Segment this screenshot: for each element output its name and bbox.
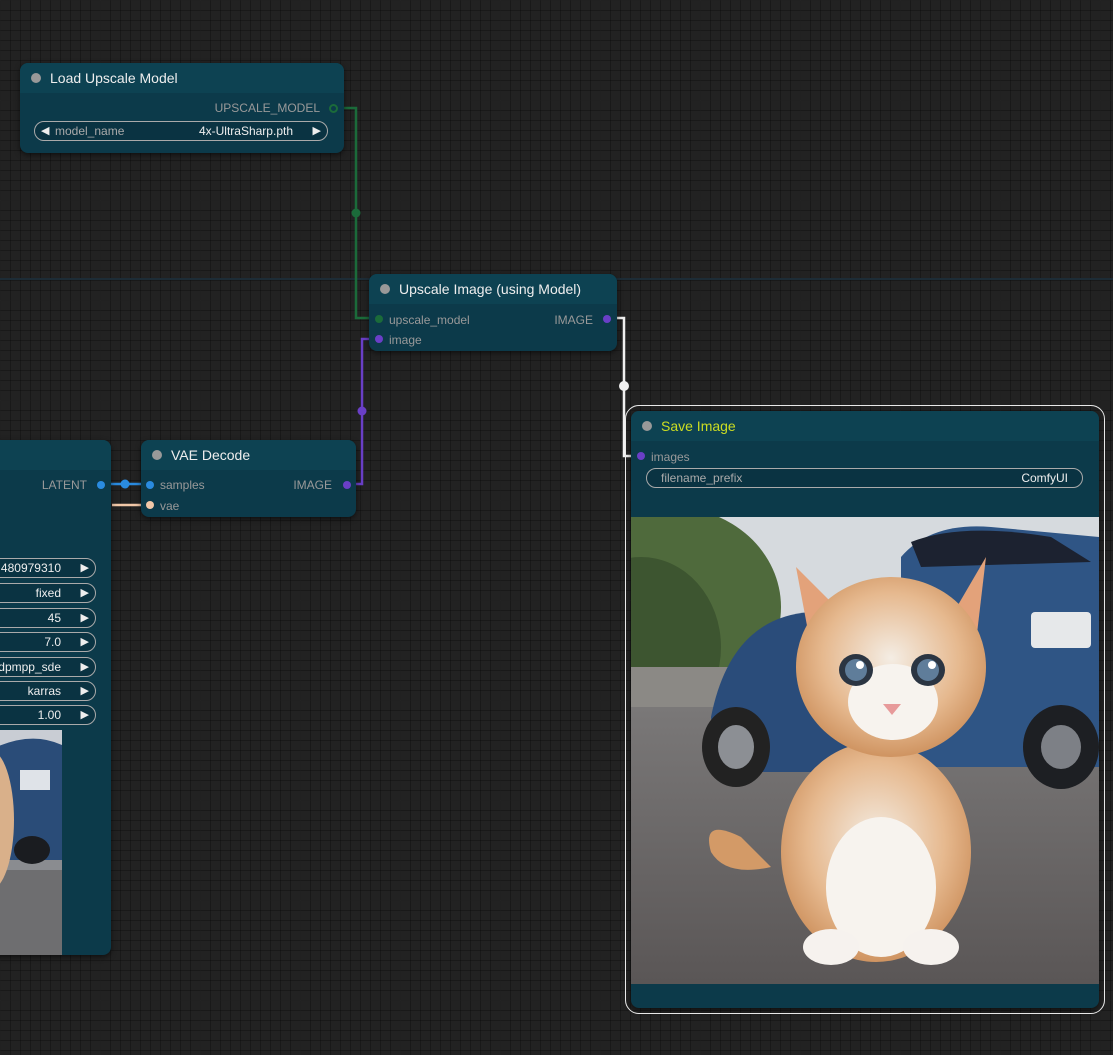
steps-widget[interactable]: 45 ▶ — [0, 608, 96, 628]
vae-decode-title-bar[interactable]: VAE Decode — [141, 440, 356, 470]
link-upscale-model-midpoint — [351, 208, 361, 218]
scheduler-value: karras — [27, 684, 61, 698]
control-value: fixed — [35, 586, 61, 600]
input-image-port[interactable] — [375, 335, 383, 343]
control-after-generate-widget[interactable]: fixed ▶ — [0, 583, 96, 603]
input-samples-port[interactable] — [146, 481, 154, 489]
collapse-dot-icon[interactable] — [380, 284, 390, 294]
saved-image-preview — [631, 517, 1099, 984]
save-image-title-bar[interactable]: Save Image — [631, 411, 1099, 441]
increment-arrow-icon[interactable]: ▶ — [81, 660, 89, 673]
decrement-arrow-icon[interactable]: ◀ — [41, 124, 49, 137]
increment-arrow-icon[interactable]: ▶ — [81, 611, 89, 624]
input-image-label: image — [389, 333, 422, 347]
upscale-image-title-bar[interactable]: Upscale Image (using Model) — [369, 274, 617, 304]
collapse-dot-icon[interactable] — [642, 421, 652, 431]
node-title: Load Upscale Model — [50, 70, 178, 86]
output-upscale-model-label: UPSCALE_MODEL — [214, 101, 320, 115]
node-title: Save Image — [661, 418, 736, 434]
load-upscale-model-node[interactable]: Load Upscale Model UPSCALE_MODEL ◀ model… — [20, 63, 344, 153]
denoise-widget[interactable]: 1.00 ▶ — [0, 705, 96, 725]
input-vae-port[interactable] — [146, 501, 154, 509]
model-name-value: 4x-UltraSharp.pth — [198, 124, 293, 138]
filename-prefix-label: filename_prefix — [661, 471, 743, 485]
input-upscale-model-label: upscale_model — [389, 313, 470, 327]
increment-arrow-icon[interactable]: ▶ — [313, 124, 321, 137]
input-images-label: images — [651, 450, 690, 464]
scheduler-widget[interactable]: karras ▶ — [0, 681, 96, 701]
filename-prefix-widget[interactable]: filename_prefix ComfyUI — [646, 468, 1083, 488]
increment-arrow-icon[interactable]: ▶ — [81, 561, 89, 574]
ksampler-preview-image — [0, 730, 62, 955]
denoise-value: 1.00 — [37, 708, 61, 722]
upscale-image-node[interactable]: Upscale Image (using Model) upscale_mode… — [369, 274, 617, 351]
collapse-dot-icon[interactable] — [31, 73, 41, 83]
collapse-dot-icon[interactable] — [152, 450, 162, 460]
node-title: Upscale Image (using Model) — [399, 281, 582, 297]
filename-prefix-value: ComfyUI — [1021, 471, 1068, 485]
ksampler-title-bar[interactable] — [0, 440, 111, 470]
input-upscale-model-port[interactable] — [375, 315, 383, 323]
input-samples-label: samples — [160, 478, 205, 492]
node-title: VAE Decode — [171, 447, 251, 463]
output-upscale-model-port[interactable] — [329, 104, 338, 113]
link-save-midpoint — [619, 381, 629, 391]
output-image-port[interactable] — [343, 481, 351, 489]
output-latent-label: LATENT — [41, 478, 87, 492]
load-upscale-model-title-bar[interactable]: Load Upscale Model — [20, 63, 344, 93]
increment-arrow-icon[interactable]: ▶ — [81, 708, 89, 721]
link-image-midpoint — [357, 406, 367, 416]
input-vae-label: vae — [160, 499, 180, 513]
vae-decode-node[interactable]: VAE Decode samples vae IMAGE — [141, 440, 356, 517]
seed-value: 480979310 — [0, 561, 61, 575]
increment-arrow-icon[interactable]: ▶ — [81, 635, 89, 648]
steps-value: 45 — [47, 611, 61, 625]
sampler-value: dpmpp_sde — [0, 660, 61, 674]
output-image-label: IMAGE — [293, 478, 332, 492]
seed-widget[interactable]: 480979310 ▶ — [0, 558, 96, 578]
ksampler-node[interactable]: LATENT 480979310 ▶ fixed ▶ 45 ▶ 7.0 ▶ dpmpp_… — [0, 440, 111, 955]
cfg-value: 7.0 — [44, 635, 61, 649]
link-latent-midpoint — [120, 479, 130, 489]
model-name-widget[interactable]: ◀ model_name 4x-UltraSharp.pth ▶ — [34, 121, 328, 141]
output-image-port[interactable] — [603, 315, 611, 323]
save-image-node[interactable]: Save Image images filename_prefix ComfyU… — [625, 405, 1105, 1014]
input-images-port[interactable] — [637, 452, 645, 460]
increment-arrow-icon[interactable]: ▶ — [81, 684, 89, 697]
output-latent-port[interactable] — [97, 481, 105, 489]
cfg-widget[interactable]: 7.0 ▶ — [0, 632, 96, 652]
model-name-label: model_name — [55, 124, 125, 138]
output-image-label: IMAGE — [554, 313, 593, 327]
increment-arrow-icon[interactable]: ▶ — [81, 586, 89, 599]
sampler-name-widget[interactable]: dpmpp_sde ▶ — [0, 657, 96, 677]
